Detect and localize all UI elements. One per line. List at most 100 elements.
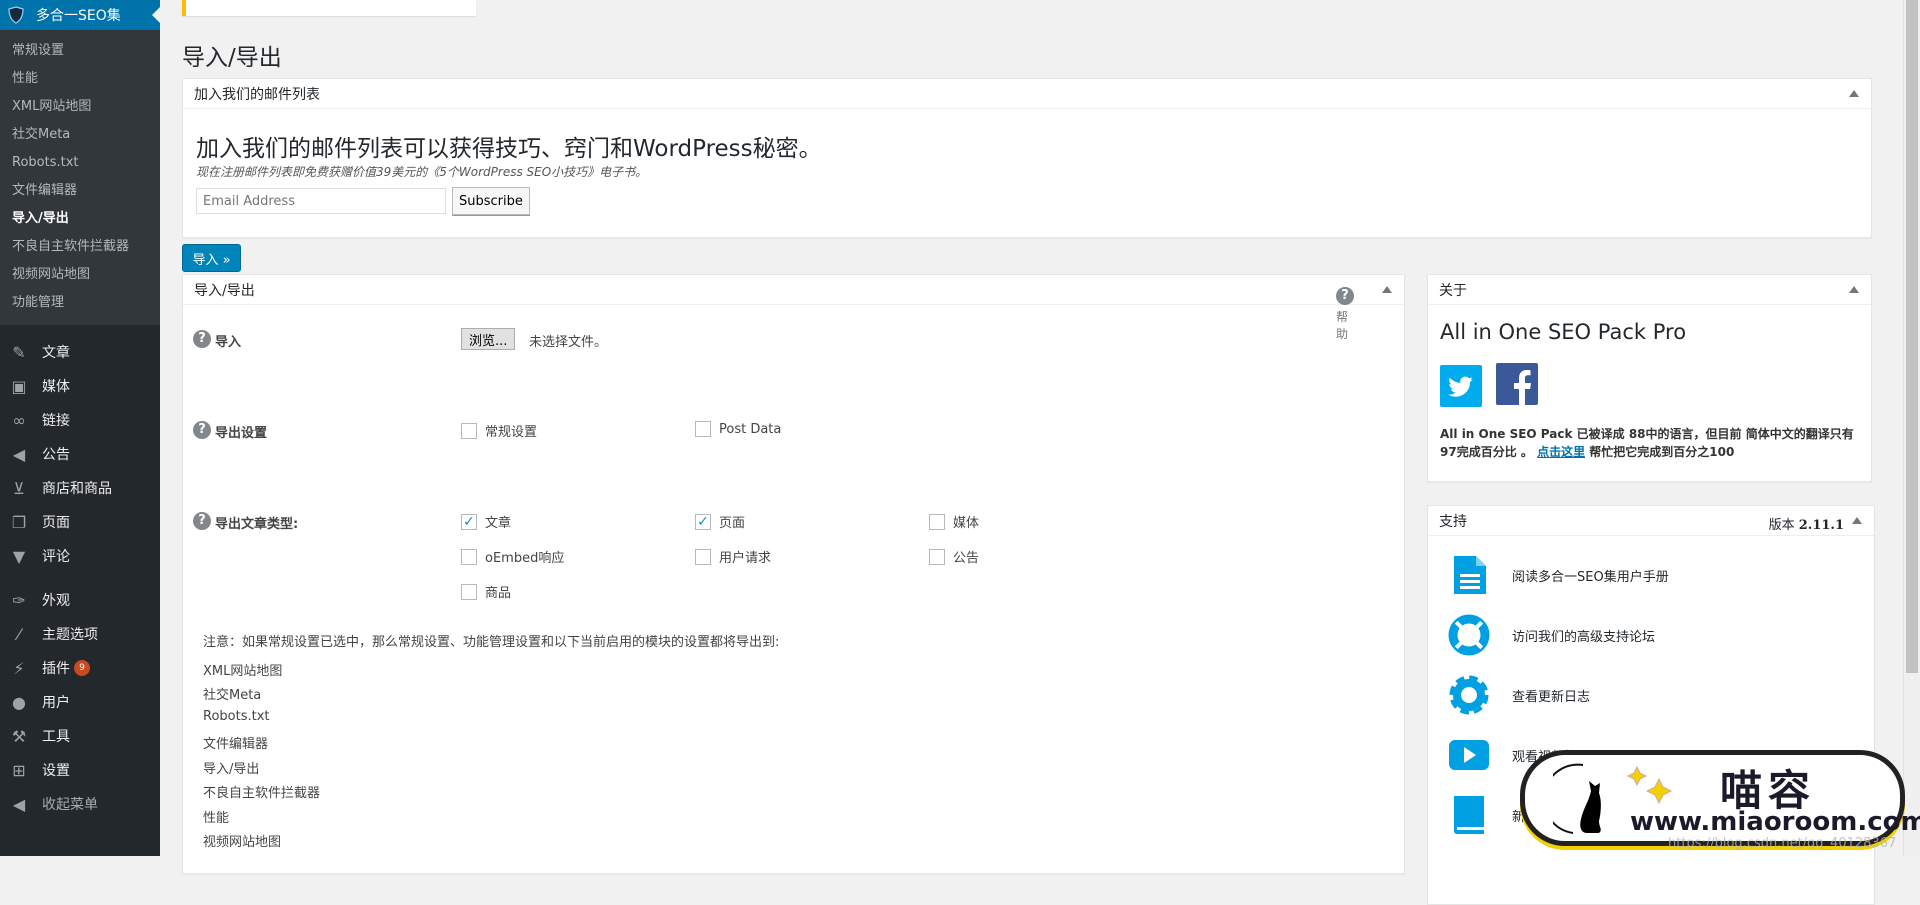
menu-settings[interactable]: ⊞ 设置	[0, 753, 160, 787]
box-header[interactable]: 加入我们的邮件列表	[183, 79, 1871, 109]
checkbox-pages[interactable]: ✓ 页面	[695, 512, 745, 531]
help-icon[interactable]: ?	[1336, 287, 1354, 305]
sidebar-plugin-header[interactable]: 多合一SEO集	[0, 0, 160, 30]
checkbox[interactable]	[695, 548, 711, 565]
menu-tools[interactable]: ⚒ 工具	[0, 719, 160, 753]
collapse-arrow-icon[interactable]	[1852, 517, 1862, 524]
menu-announcements[interactable]: ◀ 公告	[0, 437, 160, 471]
collapse-arrow-icon[interactable]	[1382, 286, 1392, 293]
checkbox-post-data[interactable]: Post Data	[695, 421, 781, 437]
twitter-icon[interactable]	[1440, 365, 1482, 407]
checkbox[interactable]	[929, 548, 945, 565]
pages-icon: ❐	[11, 512, 27, 532]
support-item-manual[interactable]: 阅读多合一SEO集用户手册	[1448, 554, 1669, 596]
support-item-changelog[interactable]: 查看更新日志	[1448, 674, 1590, 716]
menu-plugins[interactable]: ⚡ 插件 9	[0, 651, 160, 685]
checkbox-user-requests[interactable]: 用户请求	[695, 547, 771, 566]
click-here-link[interactable]: 点击这里	[1537, 445, 1585, 459]
menu-posts[interactable]: ✎ 文章	[0, 335, 160, 369]
menu-pages[interactable]: ❐ 页面	[0, 505, 160, 539]
help-icon[interactable]: ?	[193, 512, 211, 530]
page-scrollbar[interactable]	[1903, 0, 1920, 856]
checkbox-label: 文章	[485, 516, 512, 531]
import-export-box: 导入/导出 ? 帮助 ? 导入 浏览... 未选择文件。 ? 导出设置 常规设置…	[182, 274, 1405, 874]
checkbox[interactable]	[461, 583, 477, 600]
collapse-menu[interactable]: ◀ 收起菜单	[0, 787, 160, 821]
box-title: 加入我们的邮件列表	[194, 86, 320, 103]
checkbox-products[interactable]: 商品	[461, 582, 511, 601]
submenu-social-meta[interactable]: 社交Meta	[0, 121, 160, 149]
menu-comments[interactable]: ▼ 评论	[0, 539, 160, 573]
menu-label: 页面	[42, 515, 70, 531]
browse-button[interactable]: 浏览...	[461, 328, 516, 350]
submenu-general[interactable]: 常规设置	[0, 37, 160, 65]
help-label[interactable]: 帮助	[1336, 309, 1350, 343]
translation-text: 帮忙把它完成到百分之100	[1585, 445, 1735, 459]
subscribe-button[interactable]: Subscribe	[452, 187, 530, 215]
support-item-forum[interactable]: 访问我们的高级支持论坛	[1448, 614, 1655, 656]
submenu-import-export[interactable]: 导入/导出	[0, 205, 160, 233]
submenu-bad-bot-blocker[interactable]: 不良自主软件拦截器	[0, 233, 160, 261]
module-item: XML网站地图	[203, 664, 283, 679]
menu-theme-options[interactable]: ⁄ 主题选项	[0, 617, 160, 651]
scrollbar-thumb[interactable]	[1906, 0, 1918, 673]
translation-note: All in One SEO Pack 已被译成 88中的语言，但目前 简体中文…	[1440, 425, 1860, 461]
menu-appearance[interactable]: ✑ 外观	[0, 583, 160, 617]
mailing-headline: 加入我们的邮件列表可以获得技巧、窍门和WordPress秘密。	[196, 136, 822, 162]
collapse-arrow-icon[interactable]	[1849, 90, 1859, 97]
checkbox[interactable]: ✓	[695, 513, 711, 530]
checkbox-announcements[interactable]: 公告	[929, 547, 979, 566]
import-button[interactable]: 导入 »	[182, 244, 241, 272]
email-field[interactable]	[196, 188, 446, 214]
checkbox-media[interactable]: 媒体	[929, 512, 979, 531]
menu-users[interactable]: ● 用户	[0, 685, 160, 719]
box-header[interactable]: 导入/导出	[183, 275, 1404, 305]
checkbox-label: oEmbed响应	[485, 551, 565, 566]
menu-label: 文章	[42, 345, 70, 361]
help-icon[interactable]: ?	[193, 421, 211, 439]
checkbox-general-settings[interactable]: 常规设置	[461, 421, 537, 440]
help-icon[interactable]: ?	[193, 330, 211, 348]
submenu-feature-manager[interactable]: 功能管理	[0, 289, 160, 317]
gear-icon	[1449, 675, 1489, 715]
module-item: Robots.txt	[203, 709, 270, 724]
no-file-text: 未选择文件。	[529, 335, 608, 350]
submenu-video-sitemap[interactable]: 视频网站地图	[0, 261, 160, 289]
checkbox-label: 公告	[953, 551, 980, 566]
menu-shop[interactable]: ⊻ 商店和商品	[0, 471, 160, 505]
menu-links[interactable]: ∞ 链接	[0, 403, 160, 437]
play-icon	[1449, 740, 1489, 770]
checkbox[interactable]	[695, 421, 711, 437]
submenu-robots[interactable]: Robots.txt	[0, 149, 160, 177]
box-header[interactable]: 关于	[1428, 275, 1871, 305]
checkbox-posts[interactable]: ✓ 文章	[461, 512, 511, 531]
cart-icon: ⊻	[13, 478, 25, 498]
submenu-performance[interactable]: 性能	[0, 65, 160, 93]
menu-label: 主题选项	[42, 627, 98, 643]
menu-media[interactable]: ▣ 媒体	[0, 369, 160, 403]
checkbox[interactable]	[461, 548, 477, 565]
menu-label: 外观	[42, 593, 70, 609]
menu-label: 链接	[42, 413, 70, 429]
collapse-arrow-icon[interactable]	[1849, 286, 1859, 293]
brush-icon: ✑	[12, 590, 26, 610]
module-item: 社交Meta	[203, 688, 262, 703]
export-settings-label: 导出设置	[215, 426, 268, 441]
module-item: 性能	[203, 811, 230, 826]
watermark-url: www.miaoroom.com	[1630, 807, 1920, 837]
user-icon: ●	[12, 692, 26, 712]
facebook-icon[interactable]	[1496, 363, 1538, 405]
checkbox[interactable]	[461, 422, 477, 439]
box-header[interactable]: 支持 版本 2.11.1	[1428, 506, 1874, 536]
plugin-submenu: 常规设置 性能 XML网站地图 社交Meta Robots.txt 文件编辑器 …	[0, 30, 160, 325]
checkbox[interactable]	[929, 513, 945, 530]
support-item-label: 查看更新日志	[1512, 689, 1591, 705]
checkbox-oembed[interactable]: oEmbed响应	[461, 547, 564, 566]
submenu-file-editor[interactable]: 文件编辑器	[0, 177, 160, 205]
submenu-xml-sitemap[interactable]: XML网站地图	[0, 93, 160, 121]
about-box: 关于 All in One SEO Pack Pro All in One SE…	[1427, 274, 1872, 482]
checkbox[interactable]: ✓	[461, 513, 477, 530]
module-item: 视频网站地图	[203, 835, 282, 850]
checkbox-label: Post Data	[719, 421, 782, 437]
menu-label: 用户	[42, 695, 70, 711]
